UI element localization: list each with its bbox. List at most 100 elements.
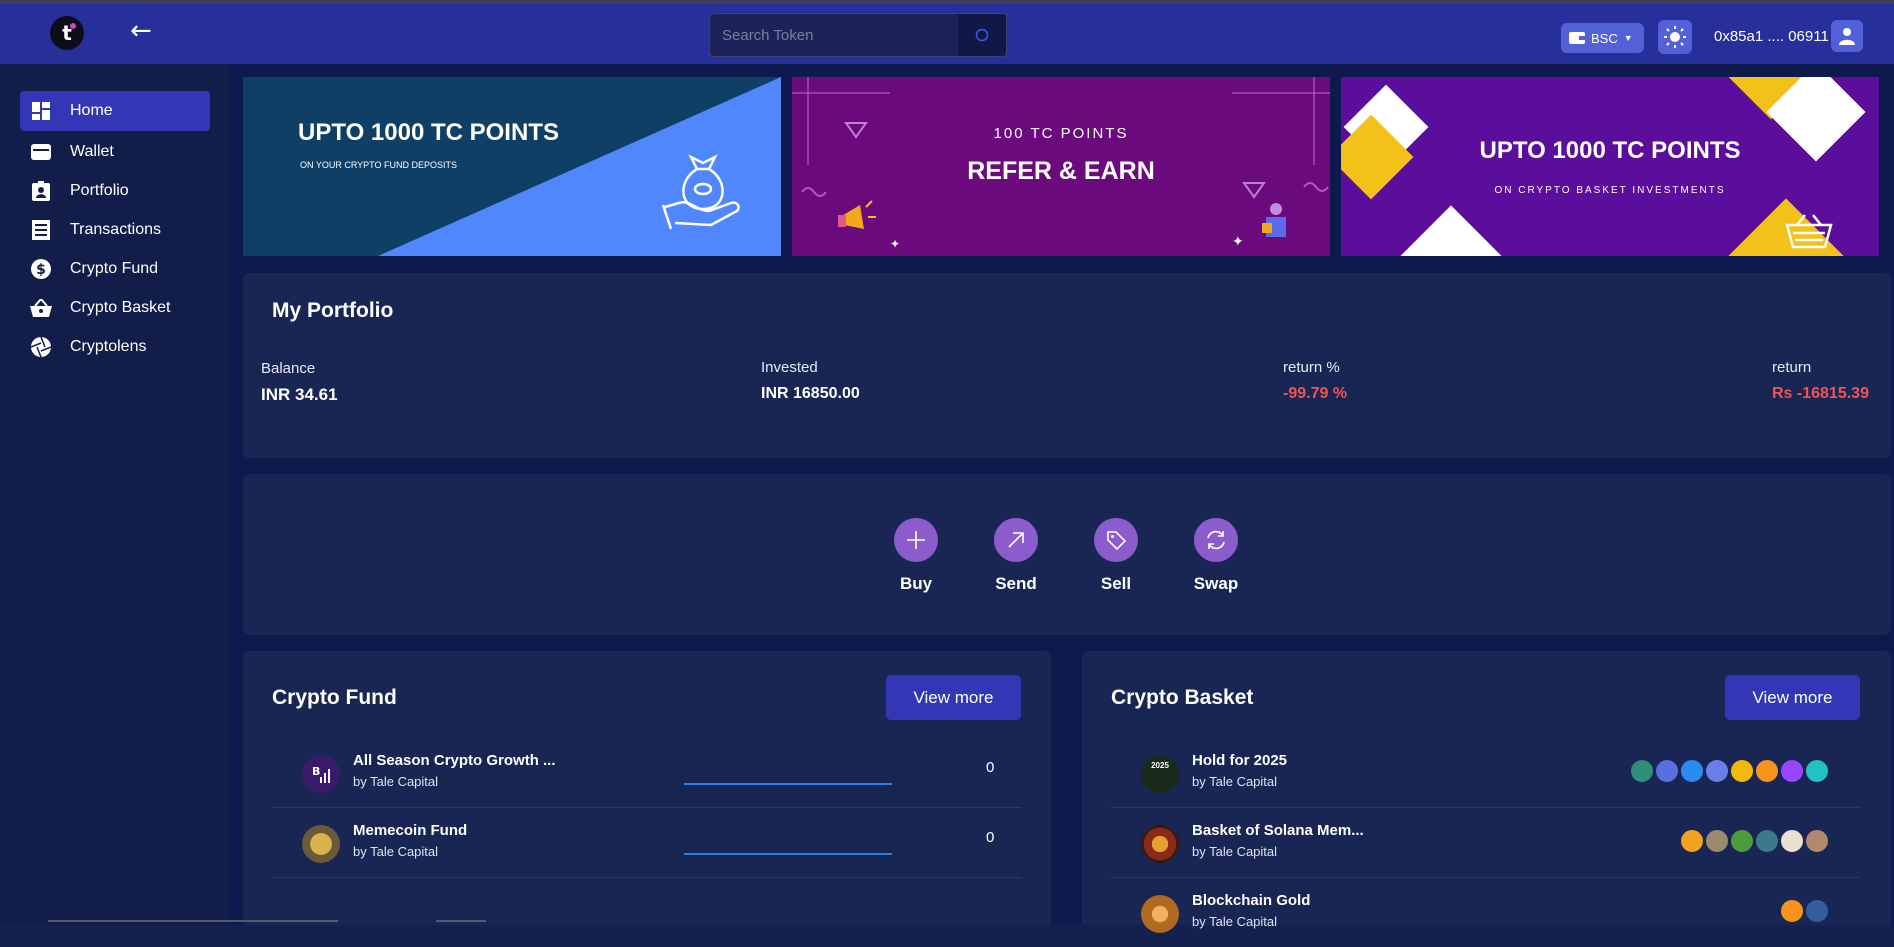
sidebar-item-label: Portfolio	[70, 182, 129, 199]
send-label: Send	[995, 574, 1037, 593]
wallet-icon	[1569, 32, 1585, 44]
money-bag-hand-icon	[661, 154, 740, 230]
banner-subtitle: ON YOUR CRYPTO FUND DEPOSITS	[300, 160, 458, 170]
portfolio-card: My Portfolio Balance INR 34.61 Invested …	[243, 273, 1891, 458]
chain-selector[interactable]: BSC ▼	[1561, 23, 1644, 53]
send-button[interactable]: Send	[986, 518, 1046, 594]
sell-label: Sell	[1100, 574, 1132, 593]
actions-card: Buy Send Sell Swap	[243, 474, 1891, 635]
basket-icon	[1785, 214, 1833, 249]
theme-toggle[interactable]	[1658, 20, 1692, 54]
list-item[interactable]: B All Season Crypto Growth ... by Tale C…	[272, 737, 1021, 808]
search-input[interactable]	[710, 14, 960, 56]
basket-coin-icons	[1679, 829, 1829, 853]
user-profile-button[interactable]	[1831, 20, 1863, 52]
svg-text:$: $	[36, 262, 46, 278]
search-icon	[975, 28, 989, 42]
crypto-fund-view-more-button[interactable]: View more	[886, 675, 1021, 720]
coin-icon	[1680, 829, 1704, 853]
basket-name: Basket of Solana Mem...	[1192, 822, 1364, 839]
sidebar-item-crypto-basket[interactable]: Crypto Basket	[20, 288, 210, 328]
promo-banner-basket-investments[interactable]: UPTO 1000 TC POINTS ON CRYPTO BASKET INV…	[1341, 77, 1879, 256]
fund-value: 0	[986, 759, 995, 776]
sun-icon	[1664, 26, 1686, 48]
basket-avatar: 2025	[1141, 755, 1179, 793]
sidebar-item-label: Crypto Basket	[70, 299, 171, 316]
buy-button[interactable]: Buy	[886, 518, 946, 594]
sidebar-item-label: Wallet	[70, 143, 114, 160]
sidebar: Home Wallet Portfolio Transactions $ Cry…	[0, 64, 230, 925]
fund-sparkline	[684, 853, 892, 855]
crypto-fund-title: Crypto Fund	[272, 686, 397, 709]
fund-sparkline	[684, 783, 892, 785]
balance-value: INR 34.61	[261, 385, 338, 404]
dollar-circle-icon: $	[30, 258, 52, 280]
app-logo[interactable]: t	[50, 16, 84, 50]
banner-title: UPTO 1000 TC POINTS	[298, 119, 559, 146]
arrow-up-right-icon	[994, 518, 1038, 562]
list-item[interactable]: Blockchain Gold by Tale Capital	[1111, 877, 1860, 947]
sidebar-item-portfolio[interactable]: Portfolio	[20, 171, 210, 211]
return-value: Rs -16815.39	[1772, 385, 1869, 402]
swap-button[interactable]: Swap	[1186, 518, 1246, 594]
list-item[interactable]: 2025 Hold for 2025 by Tale Capital	[1111, 737, 1860, 808]
sidebar-item-label: Cryptolens	[70, 338, 147, 355]
coin-icon	[1780, 899, 1804, 923]
sell-button[interactable]: Sell	[1086, 518, 1146, 594]
sidebar-item-crypto-fund[interactable]: $ Crypto Fund	[20, 249, 210, 289]
swap-label: Swap	[1193, 574, 1239, 593]
promo-banner-refer-earn[interactable]: 100 TC POINTS REFER & EARN ✦ ✦	[792, 77, 1330, 256]
sparkle-icon: ✦	[890, 237, 901, 251]
promo-banner-fund-deposits[interactable]: UPTO 1000 TC POINTS ON YOUR CRYPTO FUND …	[243, 77, 781, 256]
basket-coin-icons	[1629, 759, 1829, 783]
plus-icon	[894, 518, 938, 562]
portfolio-title: My Portfolio	[272, 299, 394, 322]
chevron-down-icon: ▼	[1623, 33, 1633, 43]
coin-icon	[1805, 899, 1829, 923]
return-label: return	[1772, 359, 1812, 376]
sidebar-item-wallet[interactable]: Wallet	[20, 132, 210, 172]
receipt-icon	[30, 219, 52, 241]
coin-icon	[1730, 759, 1754, 783]
dashboard-icon	[30, 100, 52, 122]
return-percent-label: return %	[1283, 359, 1340, 376]
coin-icon	[1705, 829, 1729, 853]
coin-icon	[1805, 829, 1829, 853]
list-item[interactable]: Memecoin Fund by Tale Capital 0	[272, 807, 1021, 878]
top-header: t ← BSC ▼ 0x85a1 .... 06911	[0, 4, 1894, 64]
chain-label: BSC	[1591, 30, 1618, 46]
scrollbar-thumb[interactable]	[436, 920, 486, 922]
crypto-fund-card: Crypto Fund View more B All Season Crypt…	[243, 651, 1051, 925]
fund-avatar: B	[302, 755, 340, 793]
sidebar-item-home[interactable]: Home	[20, 91, 210, 131]
basket-avatar	[1141, 825, 1179, 863]
sidebar-item-label: Home	[70, 102, 113, 119]
basket-avatar	[1141, 895, 1179, 933]
refresh-icon	[1194, 518, 1238, 562]
crypto-basket-view-more-button[interactable]: View more	[1725, 675, 1860, 720]
banner-title: REFER & EARN	[967, 157, 1155, 185]
basket-author: by Tale Capital	[1192, 774, 1278, 789]
search-button[interactable]	[958, 14, 1006, 56]
sidebar-item-cryptolens[interactable]: Cryptolens	[20, 327, 210, 367]
gift-person-icon	[1262, 203, 1286, 237]
aperture-icon	[30, 336, 52, 358]
invested-label: Invested	[761, 359, 818, 376]
sidebar-item-transactions[interactable]: Transactions	[20, 210, 210, 250]
coin-icon	[1730, 829, 1754, 853]
sidebar-item-label: Crypto Fund	[70, 260, 159, 277]
coin-icon	[1680, 759, 1704, 783]
coin-icon	[1805, 759, 1829, 783]
horizontal-scrollbar[interactable]	[48, 920, 338, 922]
invested-value: INR 16850.00	[761, 385, 860, 402]
fund-name: All Season Crypto Growth ...	[353, 752, 556, 769]
balance-label: Balance	[261, 360, 316, 377]
svg-text:B: B	[312, 765, 320, 778]
return-percent-value: -99.79 %	[1283, 385, 1348, 402]
list-item[interactable]: Basket of Solana Mem... by Tale Capital	[1111, 807, 1860, 878]
wallet-address[interactable]: 0x85a1 .... 06911	[1714, 28, 1829, 45]
basket-name: Hold for 2025	[1192, 752, 1288, 769]
back-arrow-icon[interactable]: ←	[130, 16, 152, 46]
portfolio-badge-icon	[30, 180, 52, 202]
search-box	[709, 13, 1007, 57]
